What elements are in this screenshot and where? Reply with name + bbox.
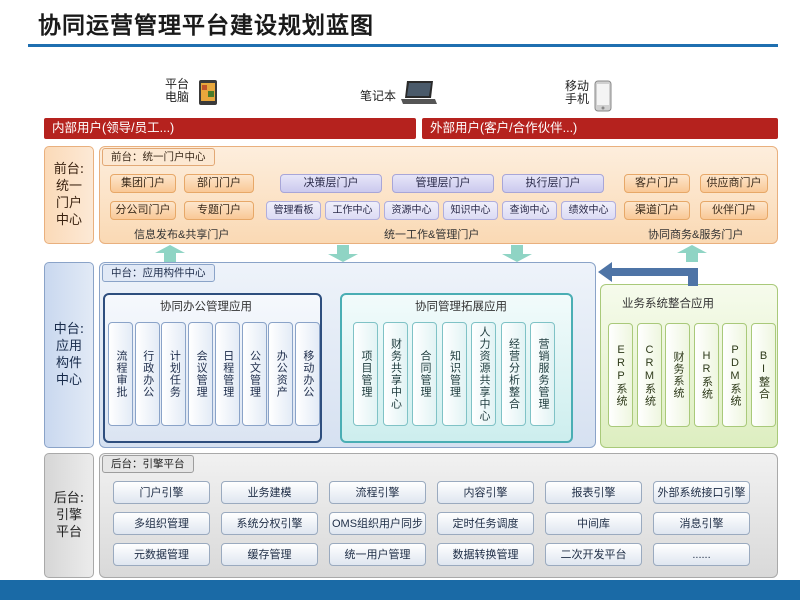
tablet-icon [199,80,217,105]
office-apps-title: 协同办公管理应用 [160,301,252,313]
biz-app-item[interactable]: ERP系统 [608,323,633,427]
portal-decision[interactable]: 决策层门户 [280,174,382,193]
mgmt-app-item[interactable]: 知识管理 [441,322,467,426]
portal-supplier[interactable]: 供应商门户 [700,174,768,193]
front-row-label: 前台: 统一 门户 中心 [44,146,94,244]
middle-row-label: 中台: 应用 构件 中心 [44,262,94,448]
engine-item[interactable]: 元数据管理 [113,543,210,566]
center-knowledge[interactable]: 知识中心 [443,201,498,220]
mgmt-app-item[interactable]: 经营分析整合 [500,322,526,426]
portal-topic[interactable]: 专题门户 [184,201,254,220]
title-underline [28,44,778,47]
center-query[interactable]: 查询中心 [502,201,557,220]
middle-tab: 中台：应用构件中心 [102,264,215,282]
engine-item[interactable]: 数据转换管理 [437,543,534,566]
portal-execution[interactable]: 执行层门户 [502,174,604,193]
integration-arrow [598,262,698,286]
mgmt-app-item[interactable]: 营销服务管理 [530,322,555,426]
internal-users-bar: 内部用户(领导/员工...) [44,118,416,139]
center-resource[interactable]: 资源中心 [384,201,439,220]
engine-item[interactable]: 统一用户管理 [329,543,426,566]
mgmt-app-item[interactable]: 财务共享中心 [382,322,408,426]
engine-item[interactable]: 消息引擎 [653,512,750,535]
office-app-item[interactable]: 办公资产 [268,322,294,426]
office-app-item[interactable]: 移动办公 [294,322,320,426]
office-app-item[interactable]: 日程管理 [214,322,240,426]
office-app-item[interactable]: 计划任务 [161,322,187,426]
down-arrow-mid-1 [328,245,358,262]
mgmt-app-item[interactable]: 项目管理 [353,322,378,426]
office-app-item[interactable]: 会议管理 [188,322,214,426]
phone-icon [594,80,612,112]
down-arrow-mid-2 [502,245,532,262]
up-arrow-left [155,245,185,262]
tablet-label: 平台 电脑 [160,78,194,104]
front-right-caption: 协同商务&服务门户 [648,229,744,241]
engine-item[interactable]: 业务建模 [221,481,318,504]
portal-partner[interactable]: 伙伴门户 [700,201,768,220]
biz-app-item[interactable]: BI整合 [750,323,776,427]
laptop-label: 笔记本 [359,89,396,103]
external-users-bar: 外部用户(客户/合作伙伴...) [422,118,778,139]
office-app-item[interactable]: 行政办公 [134,322,160,426]
page-title: 协同运营管理平台建设规划蓝图 [38,13,374,39]
engine-item[interactable]: 外部系统接口引擎 [653,481,750,504]
phone-label-line2: 手机 [564,92,589,106]
engine-item[interactable]: ...... [653,543,750,566]
engine-item[interactable]: 系统分权引擎 [221,512,318,535]
engine-item[interactable]: 中间库 [545,512,642,535]
engine-item[interactable]: 缓存管理 [221,543,318,566]
office-app-item[interactable]: 公文管理 [241,322,267,426]
biz-app-item[interactable]: CRM系统 [636,323,662,427]
biz-app-item[interactable]: 财务系统 [665,323,690,427]
portal-customer[interactable]: 客户门户 [624,174,690,193]
laptop-icon [401,81,437,104]
engine-item[interactable]: OMS组织用户同步 [329,512,426,535]
center-performance[interactable]: 绩效中心 [561,201,616,220]
mgmt-app-item[interactable]: 人力资源共享中心 [471,322,496,426]
center-dashboard[interactable]: 管理看板 [266,201,321,220]
engine-item[interactable]: 流程引擎 [329,481,426,504]
tablet-label-line2: 电脑 [164,90,189,104]
portal-channel[interactable]: 渠道门户 [624,201,690,220]
engine-item[interactable]: 门户引擎 [113,481,210,504]
engine-item[interactable]: 二次开发平台 [545,543,642,566]
portal-department[interactable]: 部门门户 [184,174,254,193]
center-work[interactable]: 工作中心 [325,201,380,220]
mgmt-apps-title: 协同管理拓展应用 [415,301,507,313]
up-arrow-right [677,245,707,262]
portal-group[interactable]: 集团门户 [110,174,176,193]
back-tab: 后台：引擎平台 [102,455,194,473]
engine-item[interactable]: 报表引擎 [545,481,642,504]
biz-app-item[interactable]: HR系统 [693,323,719,427]
engine-item[interactable]: 内容引擎 [437,481,534,504]
front-left-caption: 信息发布&共享门户 [134,229,230,241]
mgmt-app-item[interactable]: 合同管理 [412,322,437,426]
bottom-bar [0,580,800,600]
front-tab: 前台：统一门户中心 [102,148,215,166]
office-app-item[interactable]: 流程审批 [108,322,133,426]
portal-branch[interactable]: 分公司门户 [110,201,176,220]
biz-app-item[interactable]: PDM系统 [722,323,747,427]
phone-label: 移动 手机 [562,80,592,106]
back-row-label: 后台: 引擎 平台 [44,453,94,578]
engine-item[interactable]: 定时任务调度 [437,512,534,535]
biz-apps-title: 业务系统整合应用 [622,298,714,310]
engine-item[interactable]: 多组织管理 [113,512,210,535]
front-mid-caption: 统一工作&管理门户 [384,229,480,241]
portal-management[interactable]: 管理层门户 [392,174,494,193]
